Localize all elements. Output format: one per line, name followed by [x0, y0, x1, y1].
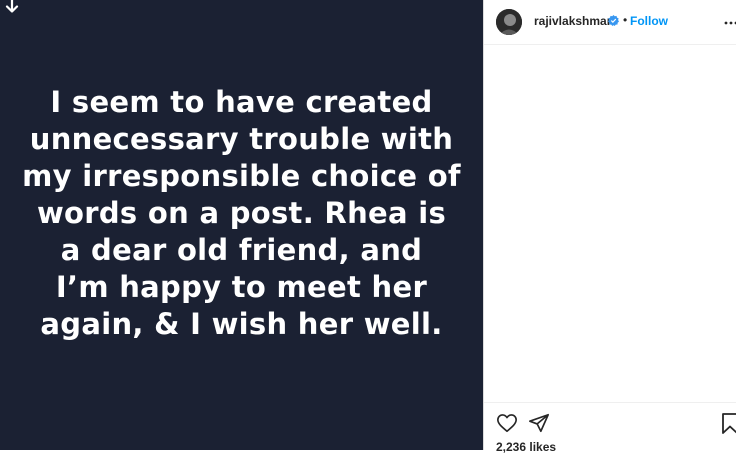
separator-dot: • — [623, 13, 628, 27]
more-options-icon[interactable] — [724, 15, 736, 31]
username-link[interactable]: rajivlakshman — [534, 14, 614, 28]
follow-button[interactable]: Follow — [630, 14, 668, 28]
heart-icon[interactable] — [496, 412, 518, 434]
actions-divider — [484, 402, 736, 403]
post-image[interactable]: I seem to have created unnecessary troub… — [0, 0, 483, 450]
share-icon[interactable] — [528, 412, 550, 434]
likes-count[interactable]: 2,236 likes — [496, 440, 556, 454]
download-arrow-icon[interactable] — [5, 0, 19, 14]
bookmark-icon[interactable] — [720, 412, 736, 434]
verified-badge-icon — [608, 15, 619, 26]
post-side-panel: rajivlakshman • Follow 2,236 likes — [483, 0, 736, 454]
avatar[interactable] — [496, 9, 522, 35]
header-divider — [484, 44, 736, 45]
post-header: rajivlakshman • Follow — [484, 0, 736, 44]
post-caption-text: I seem to have created unnecessary troub… — [22, 85, 461, 341]
